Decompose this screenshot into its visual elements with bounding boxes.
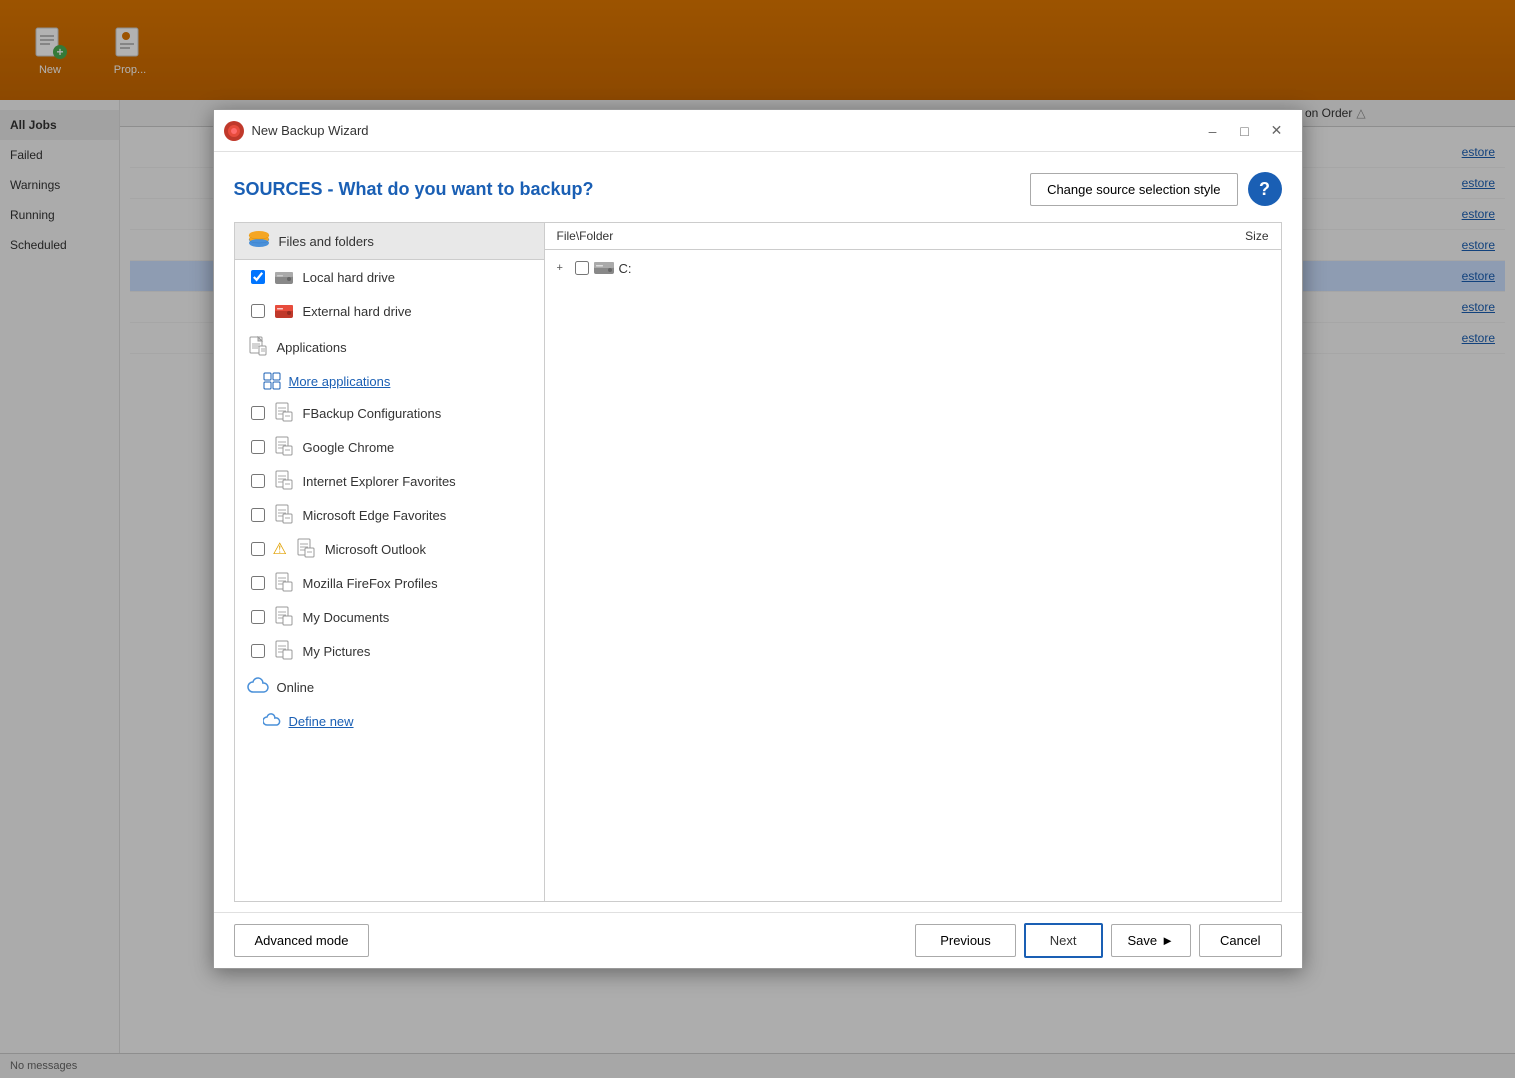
local-hdd-icon: [273, 266, 295, 288]
next-button[interactable]: Next: [1024, 923, 1103, 958]
ie-favorites-label: Internet Explorer Favorites: [303, 474, 456, 489]
local-hard-drive-label: Local hard drive: [303, 270, 396, 285]
previous-button[interactable]: Previous: [915, 924, 1016, 957]
firefox-profiles-checkbox[interactable]: [251, 576, 265, 590]
my-pictures-label: My Pictures: [303, 644, 371, 659]
online-section-header: Online: [235, 668, 544, 706]
outlook-icon: [295, 538, 317, 560]
c-drive-checkbox[interactable]: [575, 261, 589, 275]
right-panel-header: File\Folder Size: [545, 223, 1281, 250]
right-panel-body: + C:: [545, 250, 1281, 901]
files-folders-header: Files and folders: [235, 223, 544, 260]
left-panel: Files and folders: [235, 223, 545, 901]
save-button[interactable]: Save ►: [1111, 924, 1192, 957]
dialog-titlebar: New Backup Wizard – □ ✕: [214, 110, 1302, 152]
applications-icon: [247, 336, 269, 358]
applications-section-header: Applications: [235, 328, 544, 366]
change-style-button[interactable]: Change source selection style: [1030, 173, 1237, 206]
online-label: Online: [277, 680, 315, 695]
files-folders-label: Files and folders: [279, 234, 374, 249]
firefox-profiles-item[interactable]: Mozilla FireFox Profiles: [235, 566, 544, 600]
dialog-footer: Advanced mode Previous Next Save ► Cance…: [214, 912, 1302, 968]
fbackup-configs-checkbox[interactable]: [251, 406, 265, 420]
minimize-button[interactable]: –: [1198, 117, 1228, 145]
advanced-mode-button[interactable]: Advanced mode: [234, 924, 370, 957]
edge-icon: [273, 504, 295, 526]
local-hard-drive-item[interactable]: Local hard drive: [235, 260, 544, 294]
fbackup-icon: [273, 402, 295, 424]
firefox-icon: [273, 572, 295, 594]
fbackup-configs-item[interactable]: FBackup Configurations: [235, 396, 544, 430]
right-panel: File\Folder Size +: [545, 223, 1281, 901]
ie-favorites-item[interactable]: Internet Explorer Favorites: [235, 464, 544, 498]
ie-icon: [273, 470, 295, 492]
edge-favorites-label: Microsoft Edge Favorites: [303, 508, 447, 523]
maximize-button[interactable]: □: [1230, 117, 1260, 145]
outlook-checkbox[interactable]: [251, 542, 265, 556]
external-hard-drive-item[interactable]: External hard drive: [235, 294, 544, 328]
online-cloud-icon: [247, 676, 269, 698]
define-new-link[interactable]: Define new: [235, 706, 544, 736]
c-drive-icon: [593, 259, 615, 277]
google-chrome-item[interactable]: Google Chrome: [235, 430, 544, 464]
google-chrome-checkbox[interactable]: [251, 440, 265, 454]
my-documents-item[interactable]: My Documents: [235, 600, 544, 634]
more-applications-link[interactable]: More applications: [235, 366, 544, 396]
my-pictures-item[interactable]: My Pictures: [235, 634, 544, 668]
my-documents-label: My Documents: [303, 610, 390, 625]
my-documents-icon: [273, 606, 295, 628]
cancel-button[interactable]: Cancel: [1199, 924, 1281, 957]
dialog-content: SOURCES - What do you want to backup? Ch…: [214, 152, 1302, 912]
define-new-label: Define new: [289, 714, 354, 729]
files-folders-icon: [247, 231, 271, 251]
app-background: + New Prop... All Jobs Failed Warnings R…: [0, 0, 1515, 1078]
dialog-body: Files and folders: [234, 222, 1282, 902]
help-button[interactable]: ?: [1248, 172, 1282, 206]
dialog-header: SOURCES - What do you want to backup? Ch…: [234, 172, 1282, 206]
google-chrome-icon: [273, 436, 295, 458]
tree-item-c[interactable]: + C:: [557, 256, 1269, 280]
edge-favorites-checkbox[interactable]: [251, 508, 265, 522]
outlook-item[interactable]: ⚠ Microsoft Outlook: [235, 532, 544, 566]
my-pictures-icon: [273, 640, 295, 662]
app-icon: [224, 121, 244, 141]
applications-label: Applications: [277, 340, 347, 355]
define-new-cloud-icon: [263, 712, 281, 730]
edge-favorites-item[interactable]: Microsoft Edge Favorites: [235, 498, 544, 532]
more-applications-label: More applications: [289, 374, 391, 389]
external-hdd-icon: [273, 300, 295, 322]
window-controls: – □ ✕: [1198, 117, 1292, 145]
firefox-profiles-label: Mozilla FireFox Profiles: [303, 576, 438, 591]
my-documents-checkbox[interactable]: [251, 610, 265, 624]
dialog-overlay: New Backup Wizard – □ ✕ SOURCES - What d…: [0, 0, 1515, 1078]
more-apps-icon: [263, 372, 281, 390]
c-drive-label: C:: [619, 261, 632, 276]
dialog-window: New Backup Wizard – □ ✕ SOURCES - What d…: [213, 109, 1303, 969]
warning-icon: ⚠: [273, 539, 287, 559]
external-hard-drive-checkbox[interactable]: [251, 304, 265, 318]
save-dropdown-arrow[interactable]: ►: [1161, 933, 1174, 948]
col-file-label: File\Folder: [557, 229, 1189, 243]
outlook-label: Microsoft Outlook: [325, 542, 426, 557]
local-hard-drive-checkbox[interactable]: [251, 270, 265, 284]
dialog-heading: SOURCES - What do you want to backup?: [234, 179, 1031, 200]
col-size-label: Size: [1189, 229, 1269, 243]
expand-c-button[interactable]: +: [557, 262, 571, 274]
dialog-title: New Backup Wizard: [252, 123, 1190, 138]
fbackup-configs-label: FBackup Configurations: [303, 406, 442, 421]
close-button[interactable]: ✕: [1262, 117, 1292, 145]
external-hard-drive-label: External hard drive: [303, 304, 412, 319]
ie-favorites-checkbox[interactable]: [251, 474, 265, 488]
my-pictures-checkbox[interactable]: [251, 644, 265, 658]
google-chrome-label: Google Chrome: [303, 440, 395, 455]
